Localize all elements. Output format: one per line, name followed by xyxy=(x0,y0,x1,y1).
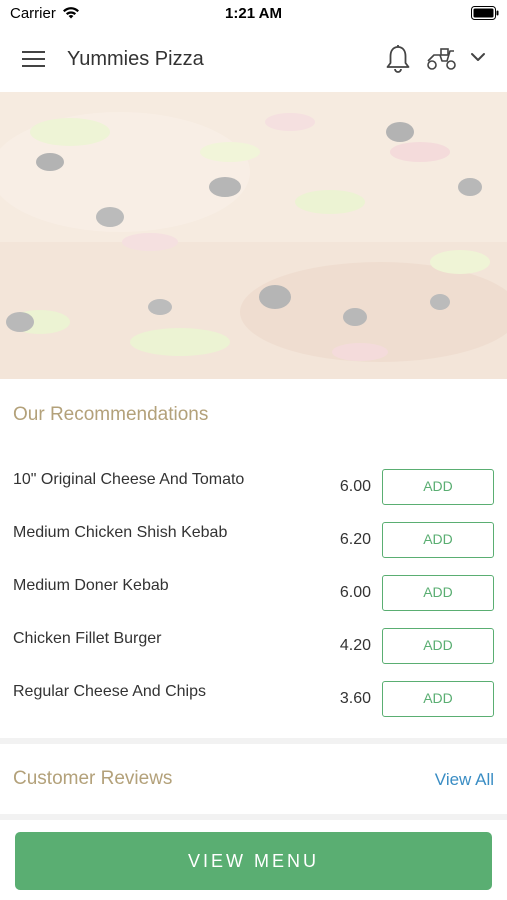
item-name: Chicken Fillet Burger xyxy=(13,630,162,647)
section-divider xyxy=(0,814,507,820)
item-price: 3.60 xyxy=(339,690,371,707)
item-name: Medium Doner Kebab xyxy=(13,577,169,594)
battery-icon xyxy=(471,6,499,20)
recommendation-row: Regular Cheese And Chips 3.60 ADD xyxy=(0,681,507,734)
recommendation-row: 10" Original Cheese And Tomato 6.00 ADD xyxy=(0,469,507,522)
item-name: Regular Cheese And Chips xyxy=(13,683,207,700)
add-button[interactable]: ADD xyxy=(382,469,494,505)
add-button[interactable]: ADD xyxy=(382,628,494,664)
delivery-scooter-icon[interactable] xyxy=(426,47,458,71)
item-name: Medium Chicken Shish Kebab xyxy=(13,524,228,541)
add-button[interactable]: ADD xyxy=(382,681,494,717)
add-button[interactable]: ADD xyxy=(382,522,494,558)
reviews-title: Customer Reviews xyxy=(13,768,173,789)
item-price: 6.00 xyxy=(339,478,371,495)
item-price: 6.00 xyxy=(339,584,371,601)
clock: 1:21 AM xyxy=(225,5,282,22)
recommendation-row: Medium Doner Kebab 6.00 ADD xyxy=(0,575,507,628)
item-name: 10" Original Cheese And Tomato xyxy=(13,471,245,488)
item-price: 6.20 xyxy=(339,531,371,548)
item-price: 4.20 xyxy=(339,637,371,654)
section-divider xyxy=(0,738,507,744)
status-bar: Carrier 1:21 AM xyxy=(0,0,507,26)
app-header: Yummies Pizza xyxy=(0,26,507,92)
hero-pizza-image xyxy=(0,92,507,379)
recommendations-title: Our Recommendations xyxy=(13,404,209,425)
add-button[interactable]: ADD xyxy=(382,575,494,611)
app-title: Yummies Pizza xyxy=(67,48,204,70)
recommendation-row: Medium Chicken Shish Kebab 6.20 ADD xyxy=(0,522,507,575)
chevron-down-icon[interactable] xyxy=(470,51,486,63)
view-menu-button[interactable]: VIEW MENU xyxy=(15,832,492,890)
pizza-illustration xyxy=(0,92,507,379)
hamburger-menu-icon[interactable] xyxy=(22,49,46,69)
bell-icon[interactable] xyxy=(385,44,411,74)
recommendation-row: Chicken Fillet Burger 4.20 ADD xyxy=(0,628,507,681)
view-all-link[interactable]: View All xyxy=(435,770,494,790)
